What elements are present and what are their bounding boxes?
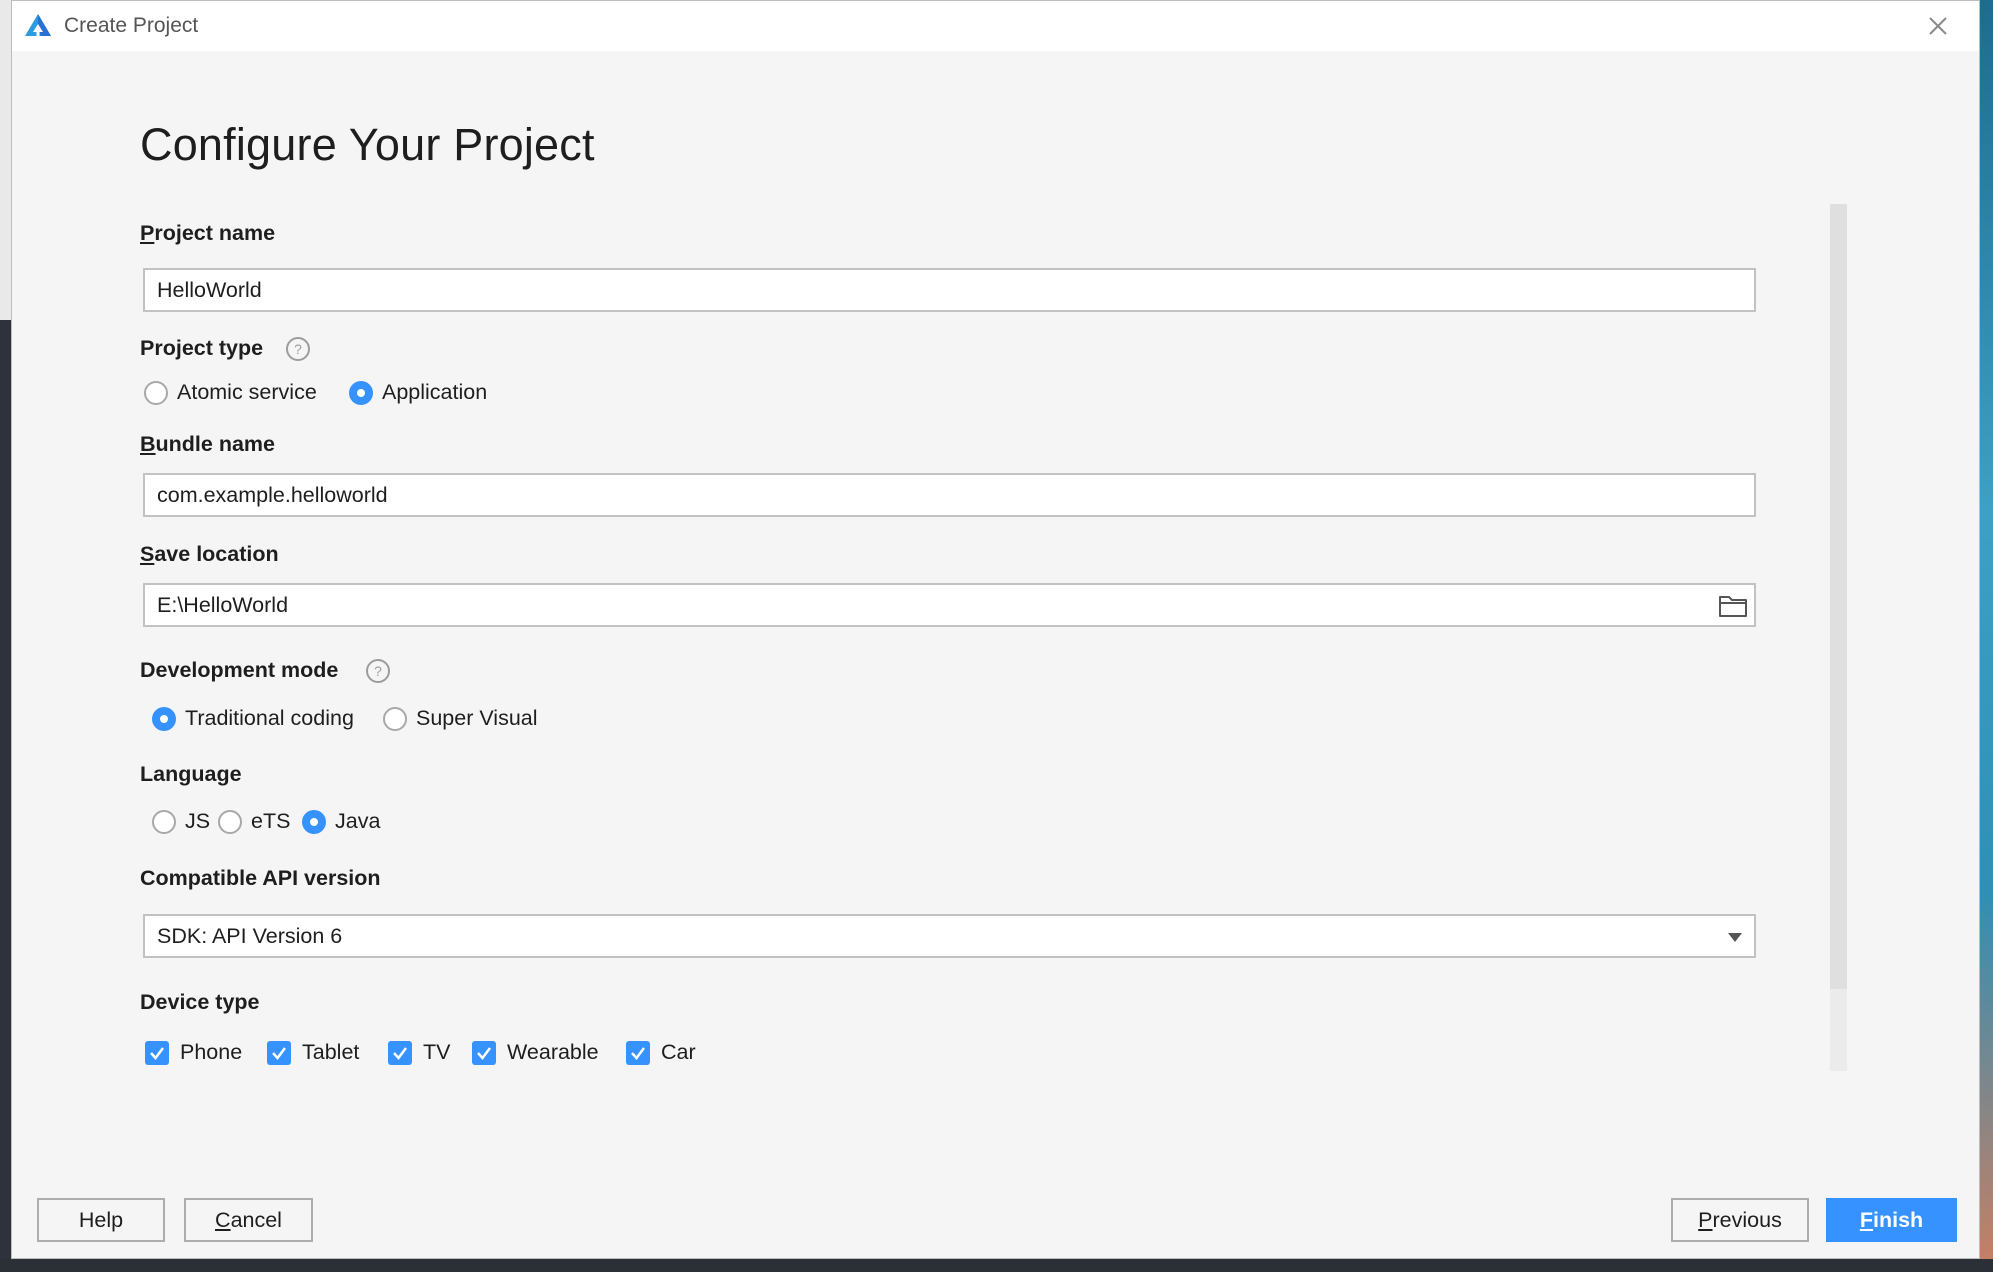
radio-java[interactable]: Java [302,809,380,834]
help-button[interactable]: Help [37,1198,165,1242]
radio-button[interactable] [152,706,176,731]
mnemonic: B [140,432,156,456]
button-label: inish [1872,1208,1924,1232]
mnemonic: C [215,1208,231,1232]
checkbox-wearable[interactable]: Wearable [472,1040,599,1065]
radio-button[interactable] [349,380,373,405]
label-text: ave location [154,542,279,566]
previous-button[interactable]: Previous [1671,1198,1809,1242]
checkmark-icon [393,1046,407,1060]
chevron-down-icon[interactable] [1728,933,1742,942]
question-circle-icon[interactable]: ? [366,659,390,683]
radio-application[interactable]: Application [349,380,487,405]
background-window [0,1259,1993,1272]
radio-label: Atomic service [177,380,317,404]
radio-label: eTS [251,809,291,833]
device-type-label: Device type [140,990,260,1014]
folder-icon[interactable] [1718,593,1748,619]
close-icon[interactable] [1925,13,1951,39]
create-project-dialog: Create Project Configure Your Project Pr… [11,0,1980,1259]
save-location-value: E:\HelloWorld [157,593,289,617]
radio-label: JS [185,809,211,833]
checkbox-tv[interactable]: TV [388,1040,450,1065]
page-title: Configure Your Project [140,119,595,170]
compatible-api-value: SDK: API Version 6 [157,924,343,948]
label-text: undle name [155,432,275,456]
radio-button[interactable] [383,706,407,731]
radio-label: Java [335,809,381,833]
scrollbar-thumb[interactable] [1830,204,1847,989]
checkbox[interactable] [626,1040,650,1065]
radio-ets[interactable]: eTS [218,809,290,834]
project-type-label: Project type [140,336,264,360]
radio-button[interactable] [218,809,242,834]
desktop-wallpaper [1980,0,1993,1272]
checkmark-icon [150,1046,164,1060]
checkbox-label: TV [423,1040,451,1064]
project-name-label: Project name [140,221,275,246]
radio-atomic-service[interactable]: Atomic service [144,380,317,405]
mnemonic: F [1859,1208,1873,1232]
radio-label: Super Visual [416,706,538,730]
radio-super-visual[interactable]: Super Visual [383,706,538,731]
checkbox[interactable] [472,1040,496,1065]
checkbox-label: Car [661,1040,696,1064]
checkbox-label: Wearable [507,1040,599,1064]
checkbox[interactable] [388,1040,412,1065]
radio-js[interactable]: JS [152,809,210,834]
checkbox-label: Phone [180,1040,243,1064]
project-name-input[interactable]: HelloWorld [143,268,1756,312]
checkmark-icon [272,1046,286,1060]
finish-button[interactable]: Finish [1826,1198,1957,1242]
save-location-input[interactable]: E:\HelloWorld [143,583,1756,627]
title-bar[interactable]: Create Project [12,1,1979,51]
radio-button[interactable] [302,809,326,834]
button-label: ancel [230,1208,282,1232]
question-circle-icon[interactable]: ? [286,337,310,361]
bundle-name-label: Bundle name [140,432,275,457]
window-title: Create Project [64,14,199,37]
mnemonic: S [140,542,155,566]
label-text: roject name [154,221,276,245]
checkbox[interactable] [145,1040,169,1065]
checkbox[interactable] [267,1040,291,1065]
compatible-api-label: Compatible API version [140,866,381,890]
checkbox-phone[interactable]: Phone [145,1040,242,1065]
radio-label: Traditional coding [185,706,354,730]
checkmark-icon [631,1046,645,1060]
project-name-value: HelloWorld [157,278,262,302]
mnemonic: P [140,221,155,245]
development-mode-label: Development mode [140,658,339,682]
harmony-logo-icon [25,14,51,36]
radio-traditional-coding[interactable]: Traditional coding [152,706,354,731]
language-label: Language [140,762,242,786]
radio-label: Application [382,380,488,404]
radio-button[interactable] [152,809,176,834]
radio-button[interactable] [144,380,168,405]
compatible-api-dropdown[interactable]: SDK: API Version 6 [143,914,1756,958]
bundle-name-value: com.example.helloworld [157,483,388,507]
checkbox-tablet[interactable]: Tablet [267,1040,359,1065]
checkbox-label: Tablet [302,1040,360,1064]
button-label: revious [1712,1208,1782,1232]
mnemonic: P [1698,1208,1713,1232]
bundle-name-input[interactable]: com.example.helloworld [143,473,1756,517]
save-location-label: Save location [140,542,279,567]
cancel-button[interactable]: Cancel [184,1198,313,1242]
checkbox-car[interactable]: Car [626,1040,696,1065]
checkmark-icon [477,1046,491,1060]
